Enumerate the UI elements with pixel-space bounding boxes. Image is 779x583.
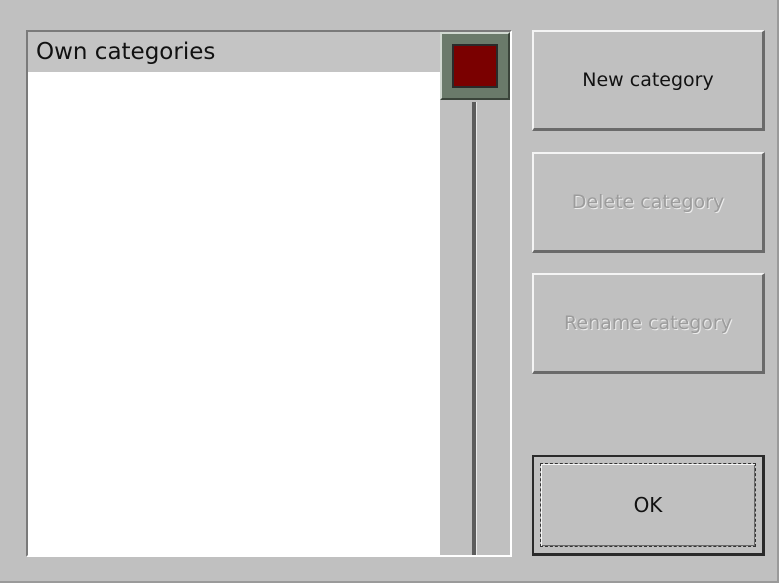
rename-category-button[interactable]: Rename category <box>532 273 765 374</box>
scrollbar-thumb[interactable] <box>440 32 510 100</box>
scrollbar-rail[interactable] <box>472 102 477 555</box>
new-category-button[interactable]: New category <box>532 30 765 131</box>
category-list-area[interactable]: Own categories <box>28 32 440 555</box>
new-category-label: New category <box>582 69 714 91</box>
rename-category-label: Rename category <box>564 312 732 334</box>
delete-category-label: Delete category <box>571 191 725 213</box>
category-listbox[interactable]: Own categories <box>26 30 512 557</box>
category-dialog: Own categories New category Delete categ… <box>0 0 779 583</box>
ok-button[interactable]: OK <box>532 455 765 556</box>
vertical-scrollbar[interactable] <box>440 32 510 555</box>
list-item-own-categories[interactable]: Own categories <box>28 32 440 72</box>
scrollbar-thumb-indicator <box>452 44 498 88</box>
ok-label: OK <box>633 493 663 517</box>
delete-category-button[interactable]: Delete category <box>532 152 765 253</box>
